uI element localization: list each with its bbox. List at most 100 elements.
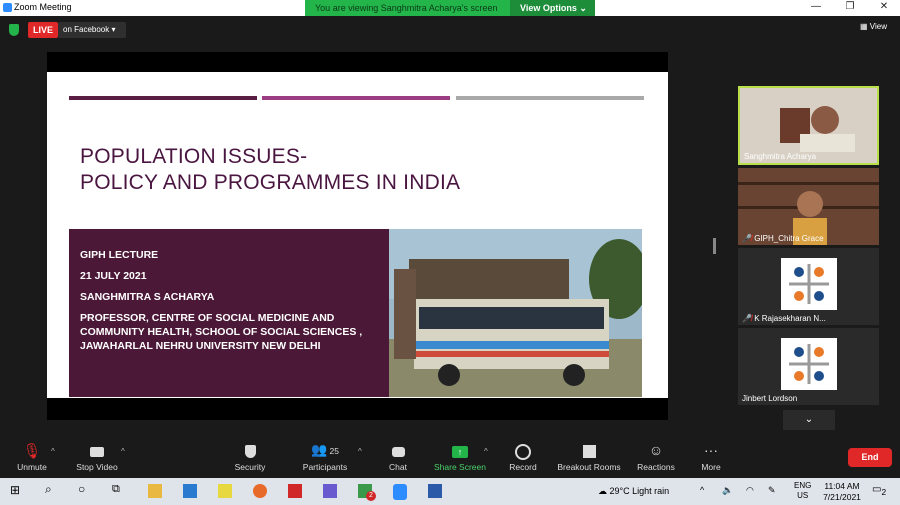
share-screen-button[interactable]: ↑ Share Screen [432,442,488,472]
slide-info-box: GIPH LECTURE 21 JULY 2021 SANGHMITRA S A… [69,229,390,397]
clock-date: 7/21/2021 [823,492,861,502]
participants-label: Participants [302,462,348,472]
org-logo [781,258,837,310]
more-label: More [701,462,721,472]
sticky-notes-icon[interactable] [218,484,232,498]
crowded-bus-photo [389,229,642,397]
file-explorer-icon[interactable] [148,484,162,498]
meeting-toolbar: 🎙 Unmute ^ Stop Video ^ Security 👥 25 Pa… [0,440,900,478]
more-button[interactable]: ··· More [696,442,726,472]
participant-tile-active[interactable]: Sanghmitra Acharya [738,86,879,165]
participants-count: 25 [329,446,340,456]
participant-name: K Rajasekharan N... [754,314,826,323]
minimize-icon[interactable]: — [808,1,824,12]
slide-accent-bar-2 [262,96,450,100]
chevron-down-icon[interactable]: ⌄ [783,410,835,430]
chrome-icon[interactable]: 2 [358,484,376,501]
participant-name: GIPH_Chitra Grace [754,234,824,243]
muted-mic-icon: 🎤̸ [742,234,752,243]
word-icon[interactable] [428,484,442,498]
participant-tile[interactable]: 🎤̸ GIPH_Chitra Grace [738,168,879,245]
view-label: View [869,22,887,31]
security-button[interactable]: Security [228,442,272,472]
record-icon [506,442,540,462]
presentation-slide: POPULATION ISSUES- POLICY AND PROGRAMMES… [47,72,668,398]
view-button[interactable]: ▦ View [860,22,887,31]
slide-lecture: GIPH LECTURE [80,249,159,261]
participant-name-row: 🎤̸ K Rajasekharan N... [742,314,826,323]
breakout-rooms-icon [556,442,622,462]
platform-label: on Facebook [63,25,110,34]
livestream-platform-dropdown[interactable]: on Facebook ▾ [58,22,126,38]
pen-icon[interactable]: ✎ [768,485,776,496]
banner-message: You are viewing Sanghmitra Acharya's scr… [315,3,498,13]
slide-title: POPULATION ISSUES- POLICY AND PROGRAMMES… [80,144,460,196]
zoom-taskbar-icon[interactable] [393,484,407,500]
slide-title-line-2: POLICY AND PROGRAMMES IN INDIA [80,171,461,194]
participant-name-row: 🎤̸ GIPH_Chitra Grace [742,234,824,243]
reactions-button[interactable]: ☺ Reactions [634,442,678,472]
speaker-video [780,106,855,152]
org-logo [781,338,837,390]
slide-accent-bar-3 [456,96,644,100]
participant-tile[interactable]: Jinbert Lordson [738,328,879,405]
reactions-label: Reactions [637,462,675,472]
shared-screen: POPULATION ISSUES- POLICY AND PROGRAMMES… [47,52,668,420]
screen-share-banner: You are viewing Sanghmitra Acharya's scr… [305,0,595,16]
acrobat-icon[interactable] [288,484,302,498]
cortana-icon[interactable]: ○ [78,482,92,496]
participants-caret-icon[interactable]: ^ [358,447,362,456]
teams-icon[interactable] [323,484,337,498]
chat-bubble-icon [384,442,412,462]
zoom-app-icon [3,3,12,12]
end-meeting-button[interactable]: End [848,448,892,467]
panel-resize-handle[interactable] [713,238,716,254]
view-options-label: View Options [520,3,577,13]
participants-icon: 👥 25 [310,442,340,457]
window-title: Zoom Meeting [14,2,72,12]
participant-tile[interactable]: 🎤̸ K Rajasekharan N... [738,248,879,325]
audio-options-caret-icon[interactable]: ^ [51,447,55,456]
slide-speaker: SANGHMITRA S ACHARYA [80,291,215,303]
live-badge[interactable]: LIVE [28,22,58,38]
video-camera-icon [72,442,122,462]
notification-badge: 2 [366,491,376,501]
cloud-icon: ☁ [598,486,607,496]
windows-start-icon[interactable]: ⊞ [10,483,24,497]
meeting-info-bar: LIVE on Facebook ▾ ▦ View [0,16,900,46]
weather-text: 29°C Light rain [609,486,670,496]
record-button[interactable]: Record [506,442,540,472]
participants-button[interactable]: 👥 25 Participants [298,442,352,472]
share-options-caret-icon[interactable]: ^ [484,447,488,456]
task-view-icon[interactable]: ⧉ [112,483,126,497]
language-code: ENG [794,481,812,490]
video-options-caret-icon[interactable]: ^ [121,447,125,456]
firefox-icon[interactable] [253,484,267,498]
stop-video-button[interactable]: Stop Video [72,442,122,472]
unmute-button[interactable]: 🎙 Unmute [8,442,56,472]
slide-accent-bar-1 [69,96,257,100]
chat-button[interactable]: Chat [384,442,412,472]
search-icon[interactable]: ⌕ [45,482,59,496]
tray-overflow-icon[interactable]: ^ [700,485,704,495]
wifi-icon[interactable]: ◠ [746,485,754,496]
participant-name: Sanghmitra Acharya [744,152,817,161]
language-indicator[interactable]: ENG US [794,481,811,501]
region-code: US [797,491,809,500]
clock[interactable]: 11:04 AM 7/21/2021 [818,481,866,503]
restore-icon[interactable]: ❐ [842,1,858,12]
stop-video-label: Stop Video [76,462,118,472]
view-options-button[interactable]: View Options ⌄ [510,0,595,16]
taskbar-app-icon[interactable] [183,484,197,498]
breakout-rooms-button[interactable]: Breakout Rooms [556,442,622,472]
chat-label: Chat [389,462,407,472]
smiley-icon: ☺ [648,442,664,458]
weather-widget[interactable]: ☁ 29°C Light rain [598,486,669,497]
volume-icon[interactable]: 🔈 [722,485,733,496]
participant-name: Jinbert Lordson [742,394,798,403]
muted-mic-icon: 🎤̸ [742,314,752,323]
notification-center-icon[interactable]: ▭2 [872,484,886,497]
close-icon[interactable]: ✕ [876,1,892,12]
unmute-label: Unmute [17,462,47,472]
encryption-shield-icon[interactable] [9,24,19,36]
